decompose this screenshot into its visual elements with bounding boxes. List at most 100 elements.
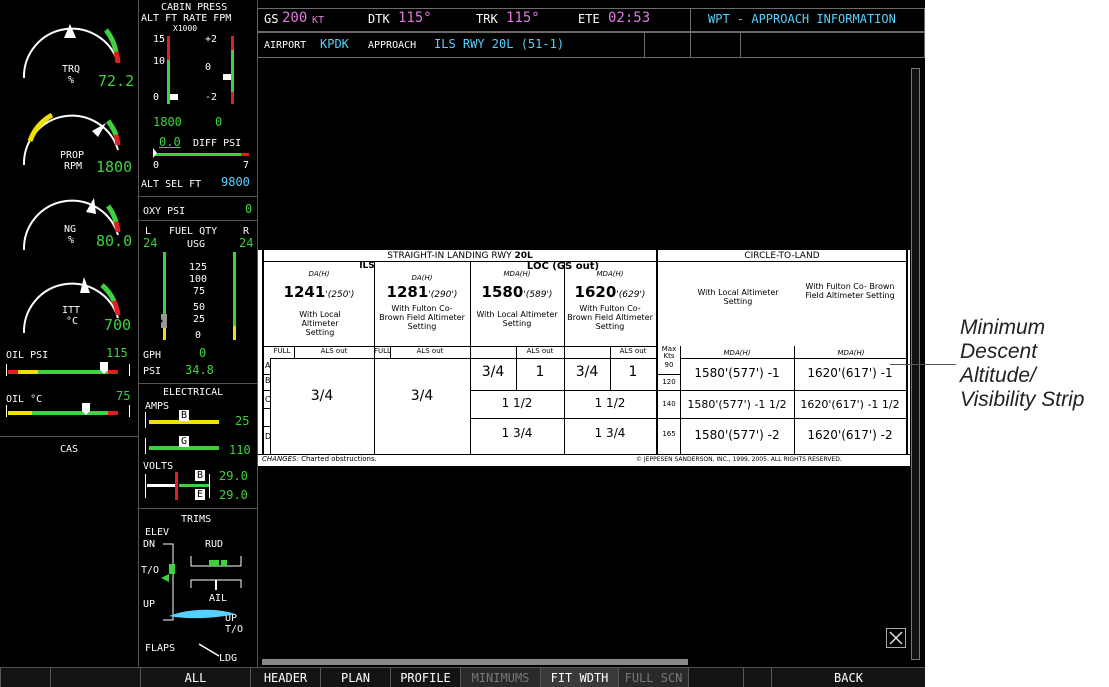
cabin-press-title: CABIN PRESS xyxy=(161,2,228,13)
systems-strip: CABIN PRESS ALT FT RATE FPM X1000 15 10 … xyxy=(139,0,258,667)
airport-bar-divider2 xyxy=(690,32,691,58)
softkey-full-screen[interactable]: FULL SCN xyxy=(618,667,688,687)
ete-value: 02:53 xyxy=(608,10,651,26)
col2-height: '(290') xyxy=(428,290,458,300)
loc-ab-full: 3/4 xyxy=(481,364,505,380)
col4-height: '(629') xyxy=(616,290,646,300)
softkey-profile[interactable]: PROFILE xyxy=(390,667,460,687)
fuel-right-value: 24 xyxy=(239,236,254,250)
col4-altitude: 1620'(629') xyxy=(564,282,656,301)
softkey-1[interactable] xyxy=(0,667,50,687)
volts-e-value: 29.0 xyxy=(219,488,248,502)
softkey-minimums[interactable]: MINIMUMS xyxy=(460,667,540,687)
prop-value: 1800 xyxy=(96,158,133,176)
softkey-10[interactable] xyxy=(688,667,743,687)
itt-label: ITT xyxy=(62,305,81,316)
flaps-indicator xyxy=(198,643,220,657)
softkey-fit-width[interactable]: FIT WDTH xyxy=(540,667,618,687)
cas-divider xyxy=(0,436,138,437)
divider-trims xyxy=(139,508,257,509)
airport-label: AIRPORT xyxy=(264,40,307,51)
dtk-value: 115° xyxy=(398,10,432,26)
cat-a: A xyxy=(265,361,271,370)
circle-note-local: With Local Altimeter Setting xyxy=(697,288,779,306)
col2-alt-value: 1281 xyxy=(386,283,429,301)
callout-line-2: Descent xyxy=(960,340,1038,363)
callout-leader-line xyxy=(890,364,956,365)
speed-d: 165 xyxy=(662,430,676,438)
fuel-unit: USG xyxy=(187,239,206,250)
ng-value: 80.0 xyxy=(96,232,133,250)
softkey-2[interactable] xyxy=(50,667,140,687)
softkey-11[interactable] xyxy=(743,667,771,687)
electrical-title: ELECTRICAL xyxy=(163,387,224,398)
circle-note-fulton: With Fulton Co- Brown Field Altimeter Se… xyxy=(805,282,895,300)
fuel-left-value: 24 xyxy=(143,236,158,250)
airport-value[interactable]: KPDK xyxy=(320,38,349,51)
softkey-all[interactable]: ALL xyxy=(140,667,250,687)
loc-ab-als: 1 xyxy=(535,364,545,380)
softkey-header[interactable]: HEADER xyxy=(250,667,320,687)
amps-bars xyxy=(145,412,219,454)
amps-g-value: 110 xyxy=(229,443,251,457)
volts-bars xyxy=(145,472,210,500)
col3-height: '(589') xyxy=(523,290,553,300)
runway-label: 20L xyxy=(514,251,533,261)
trk-value: 115° xyxy=(506,10,540,26)
alt-sel-label: ALT SEL FT xyxy=(141,179,202,190)
speed-c: 140 xyxy=(662,400,676,408)
trims-title: TRIMS xyxy=(181,514,212,525)
callout-line-1: Minimum xyxy=(960,316,1046,339)
nav-title-divider xyxy=(690,8,691,32)
page-title: WPT - APPROACH INFORMATION xyxy=(708,12,896,26)
callout-label: Minimum Descent Altitude/ Visibility Str… xyxy=(960,316,1084,412)
softkey-plan[interactable]: PLAN xyxy=(320,667,390,687)
close-chart-button[interactable] xyxy=(886,628,906,648)
speed-a: 90 xyxy=(664,361,674,369)
col4-alt-value: 1620 xyxy=(574,283,617,301)
straight-in-title-text: STRAIGHT-IN LANDING RWY xyxy=(387,251,512,261)
approach-label: APPROACH xyxy=(368,40,417,51)
divider-elec xyxy=(139,383,257,384)
als-label-2: ALS out xyxy=(416,347,444,355)
diff-psi-bar xyxy=(153,148,249,158)
ng-label: NG xyxy=(64,224,77,235)
col1-note: With Local Altimeter Setting xyxy=(299,310,341,337)
loc-c-local: 1 1/2 xyxy=(501,396,533,410)
softkey-back[interactable]: BACK xyxy=(771,667,925,687)
ils-vis-fulton: 3/4 xyxy=(410,388,434,404)
col4-mda-label: MDA(H) xyxy=(596,270,624,278)
airport-bar xyxy=(257,32,925,58)
full-label-2: FULL xyxy=(374,347,391,355)
col2-note: With Fulton Co- Brown Field Altimeter Se… xyxy=(379,304,465,331)
fuel-title: FUEL QTY xyxy=(169,226,218,237)
col3-note: With Local Altimeter Setting xyxy=(476,310,558,328)
circle-ab-fulton: 1620'(617') -1 xyxy=(807,366,893,380)
max-kts-label: Max Kts xyxy=(661,345,677,360)
ils-vis-local: 3/4 xyxy=(310,388,334,404)
changes-label: CHANGES: xyxy=(262,455,299,463)
circle-mda-local-label: MDA(H) xyxy=(723,349,751,357)
cabin-press-header: ALT FT RATE FPM xyxy=(141,13,232,24)
airport-bar-divider3 xyxy=(740,32,741,58)
loc-d-fulton: 1 3/4 xyxy=(594,426,626,440)
approach-value[interactable]: ILS RWY 20L (51-1) xyxy=(434,38,564,51)
cat-b: B xyxy=(265,376,271,385)
col2-da-label: DA(H) xyxy=(411,274,433,282)
col3-altitude: 1580'(589') xyxy=(470,282,564,301)
cabin-rate-value: 0 xyxy=(215,115,223,129)
trim-indicators xyxy=(161,543,242,621)
circle-d-local: 1580'(577') -2 xyxy=(694,428,780,442)
diff-psi-max: 7 xyxy=(243,160,250,171)
fuel-psi-value: 34.8 xyxy=(185,363,214,377)
trq-label: TRQ xyxy=(62,64,81,75)
copyright: © JEPPESEN SANDERSON, INC., 1999, 2005. … xyxy=(636,456,842,463)
horizontal-scrollbar[interactable] xyxy=(262,659,688,665)
changes-text: Charted obstructions. xyxy=(301,455,377,463)
circle-d-fulton: 1620'(617') -2 xyxy=(807,428,893,442)
flaps-label: FLAPS xyxy=(145,643,176,654)
oil-temp-bar xyxy=(6,403,130,417)
prop-label: PROP xyxy=(60,150,85,161)
circle-ab-local: 1580'(577') -1 xyxy=(694,366,780,380)
itt-unit: °C xyxy=(66,316,79,327)
